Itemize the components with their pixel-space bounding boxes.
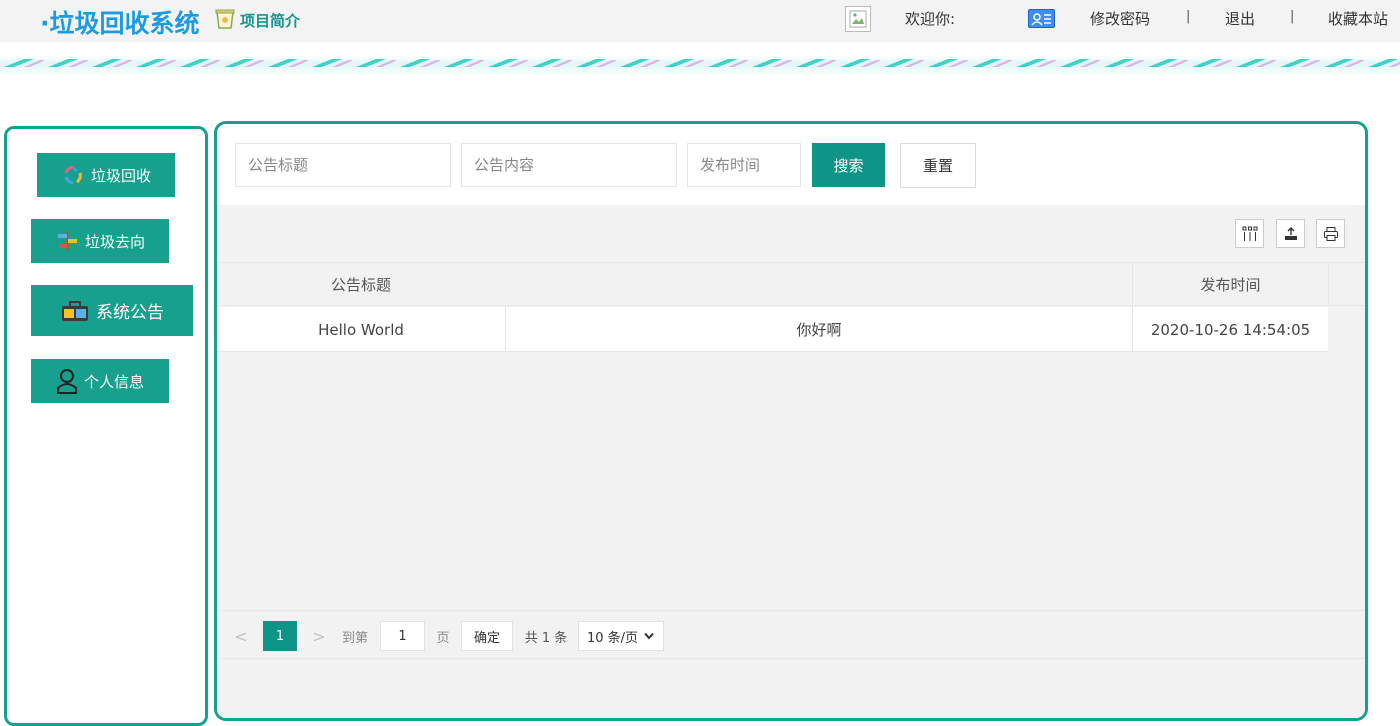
column-header-time[interactable]: 发布时间 [1133, 263, 1328, 306]
sidebar-item-label: 垃圾去向 [84, 232, 145, 251]
search-button[interactable]: 搜索 [812, 143, 885, 187]
logout-link[interactable]: 退出 [1225, 8, 1255, 29]
columns-filter-icon[interactable] [1235, 219, 1264, 248]
table-row[interactable]: Hello World 你好啊 2020-10-26 14:54:05 [217, 307, 1328, 352]
sidebar-item-recycle[interactable]: 垃圾回收 [37, 153, 175, 197]
pagination: < 1 > 到第 1 页 确定 共 1 条 10 条/页 [217, 610, 1365, 659]
app-logo: ·垃圾回收系统 [40, 9, 200, 38]
export-icon[interactable] [1276, 219, 1305, 248]
broken-image-icon [849, 10, 867, 28]
column-divider [1132, 263, 1133, 306]
cup-icon [214, 6, 240, 34]
sidebar: 垃圾回收 垃圾去向 系统公告 个人信息 [4, 126, 208, 726]
change-password-link[interactable]: 修改密码 [1090, 8, 1150, 29]
recycle-icon [61, 163, 85, 187]
print-icon[interactable] [1316, 219, 1345, 248]
welcome-text: 欢迎你: [905, 10, 956, 28]
project-intro-label: 项目简介 [240, 11, 301, 30]
sidebar-item-announcement[interactable]: 系统公告 [31, 285, 193, 336]
column-header-title[interactable]: 公告标题 [217, 263, 505, 306]
decorative-stripe [0, 56, 1400, 76]
data-table: 公告标题 发布时间 Hello World 你好啊 2020-10-26 14:… [217, 205, 1365, 718]
page-button-current[interactable]: 1 [263, 621, 297, 651]
sidebar-item-profile[interactable]: 个人信息 [31, 359, 169, 403]
sidebar-item-destination[interactable]: 垃圾去向 [31, 219, 169, 263]
next-page-icon[interactable]: > [311, 621, 327, 651]
chevron-down-icon [644, 632, 654, 640]
project-intro-link[interactable]: 项目简介 [214, 6, 300, 34]
cell-time: 2020-10-26 14:54:05 [1150, 320, 1311, 339]
top-header: ·垃圾回收系统 项目简介 欢迎你: 修改密码 | 退出 | 收藏本站 [0, 0, 1400, 42]
page-size-label: 10 条/页 [587, 630, 639, 646]
content-search-input[interactable] [461, 143, 677, 187]
sidebar-item-label: 垃圾回收 [90, 166, 151, 185]
title-search-input[interactable] [235, 143, 451, 187]
signpost-icon [55, 229, 79, 253]
goto-page-input[interactable]: 1 [380, 621, 425, 651]
cell-content: 你好啊 [796, 321, 842, 339]
column-divider [1328, 263, 1329, 306]
prev-page-icon[interactable]: < [233, 621, 249, 651]
id-card-icon [1028, 9, 1055, 28]
table-toolbar [217, 205, 1365, 263]
briefcase-icon [60, 299, 90, 323]
cell-title: Hello World [318, 320, 404, 339]
time-search-input[interactable] [687, 143, 801, 187]
avatar-image [845, 6, 871, 32]
sidebar-item-label: 系统公告 [96, 303, 164, 323]
sidebar-item-label: 个人信息 [83, 372, 144, 391]
table-header: 公告标题 发布时间 [217, 263, 1365, 306]
header-separator: | [1290, 9, 1295, 24]
total-count: 共 1 条 [524, 630, 568, 646]
reset-button[interactable]: 重置 [900, 143, 976, 188]
bookmark-link[interactable]: 收藏本站 [1328, 8, 1388, 29]
user-icon [56, 368, 78, 394]
goto-suffix-label: 页 [436, 630, 450, 646]
main-panel: 搜索 重置 [214, 121, 1368, 721]
goto-confirm-button[interactable]: 确定 [461, 621, 513, 651]
page-size-select[interactable]: 10 条/页 [578, 621, 664, 651]
header-separator: | [1186, 9, 1191, 24]
goto-prefix-label: 到第 [341, 630, 368, 646]
